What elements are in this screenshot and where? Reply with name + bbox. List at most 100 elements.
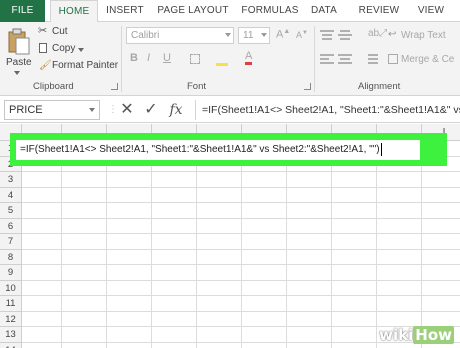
- tab-page-layout[interactable]: PAGE LAYOUT: [153, 0, 233, 22]
- middle-align-icon[interactable]: [338, 30, 352, 42]
- grid-row-line: [22, 279, 460, 281]
- grid-row-line: [22, 217, 460, 219]
- copy-icon: [39, 43, 47, 53]
- text-cursor: [380, 142, 382, 156]
- align-center-icon[interactable]: [338, 54, 352, 66]
- grid-row-line: [22, 248, 460, 250]
- cut-button[interactable]: ✂ Cut: [38, 25, 78, 39]
- top-align-icon[interactable]: [320, 30, 334, 42]
- format-painter-label: Format Painter: [52, 60, 119, 71]
- wrap-text-button[interactable]: ↩ Wrap Text: [388, 29, 460, 43]
- shrink-font-icon[interactable]: A▼: [296, 30, 308, 40]
- tab-view[interactable]: VIEW: [414, 0, 448, 22]
- active-cell-formula: =IF(Sheet1!A1<> Sheet2!A1, "Sheet1:"&She…: [20, 144, 380, 155]
- grow-font-icon[interactable]: A▲: [276, 28, 290, 41]
- chevron-down-icon: [261, 33, 267, 37]
- tab-review[interactable]: REVIEW: [354, 0, 404, 22]
- align-left-icon[interactable]: [320, 54, 334, 66]
- name-box-value: PRICE: [9, 104, 43, 116]
- grid-row-line: [22, 264, 460, 265]
- font-launcher-icon[interactable]: [304, 83, 311, 90]
- indent-icon[interactable]: [364, 54, 378, 66]
- clipboard-group-label: Clipboard: [33, 81, 74, 92]
- grid-column-line: [61, 141, 62, 348]
- merge-center-button[interactable]: Merge & Ce: [388, 53, 460, 67]
- grid-column-line: [376, 141, 377, 348]
- scissors-icon: ✂: [38, 25, 48, 37]
- cut-label: Cut: [52, 26, 68, 37]
- format-painter-button[interactable]: 🖌 Format Painter: [38, 59, 118, 73]
- copy-label: Copy: [52, 43, 76, 54]
- orientation-icon[interactable]: ab⤢: [368, 28, 387, 39]
- paste-label: Paste: [6, 57, 32, 68]
- formula-bar: PRICE ⋮ ✕ ✓ fx =IF(Sheet1!A1<> Sheet2!A1…: [0, 97, 460, 123]
- row-header[interactable]: 14: [0, 342, 22, 348]
- group-divider: [314, 26, 315, 92]
- chevron-down-icon: [89, 108, 95, 112]
- watermark-wiki: wiki: [379, 326, 414, 344]
- group-divider: [121, 26, 122, 92]
- ribbon-tab-bar: FILE HOME INSERT PAGE LAYOUT FORMULAS DA…: [0, 0, 460, 23]
- grid-column-line: [421, 141, 422, 348]
- row-header[interactable]: 8: [0, 249, 22, 265]
- bold-button[interactable]: B: [130, 52, 138, 64]
- paste-icon: [8, 28, 30, 55]
- formula-input[interactable]: =IF(Sheet1!A1<> Sheet2!A1, "Sheet1:"&She…: [195, 100, 460, 120]
- tab-formulas[interactable]: FORMULAS: [236, 0, 304, 22]
- row-header[interactable]: 11: [0, 296, 22, 312]
- tab-home[interactable]: HOME: [50, 0, 98, 23]
- row-header[interactable]: 9: [0, 265, 22, 281]
- grid-row-line: [22, 295, 460, 296]
- clipboard-launcher-icon[interactable]: [111, 83, 118, 90]
- paste-dropdown-icon: [14, 71, 20, 75]
- tab-insert[interactable]: INSERT: [102, 0, 148, 22]
- paintbrush-icon: 🖌: [39, 60, 52, 71]
- grid-column-line: [151, 141, 152, 348]
- wrap-text-icon: ↩: [388, 29, 397, 40]
- formula-bar-grip-icon: ⋮: [108, 104, 118, 115]
- row-header[interactable]: 3: [0, 172, 22, 188]
- row-header[interactable]: 4: [0, 187, 22, 203]
- name-box[interactable]: PRICE: [4, 100, 100, 120]
- italic-button[interactable]: I: [147, 52, 150, 64]
- merge-icon: [388, 54, 398, 64]
- copy-dropdown-icon: [78, 48, 84, 52]
- cancel-formula-button[interactable]: ✕: [117, 100, 137, 120]
- tab-data[interactable]: DATA: [307, 0, 341, 22]
- grid-row-line: [22, 202, 460, 203]
- borders-icon[interactable]: [190, 54, 200, 64]
- grid-column-line: [331, 141, 332, 348]
- alignment-group-label: Alignment: [358, 81, 401, 92]
- enter-formula-button[interactable]: ✓: [141, 100, 161, 120]
- underline-button[interactable]: U: [163, 52, 171, 64]
- watermark-how: How: [413, 326, 454, 344]
- grid-column-line: [241, 141, 242, 348]
- row-header[interactable]: 10: [0, 280, 22, 296]
- copy-button[interactable]: Copy: [38, 42, 84, 56]
- wikihow-watermark: wiki How: [379, 326, 454, 344]
- grid-column-line: [286, 141, 287, 348]
- grid-row-line: [22, 171, 460, 172]
- font-size-value: 11: [243, 30, 254, 41]
- row-header[interactable]: 7: [0, 234, 22, 250]
- merge-center-label: Merge & Ce: [401, 54, 455, 65]
- fill-color-icon[interactable]: [216, 52, 228, 66]
- row-header[interactable]: 13: [0, 327, 22, 343]
- grid-row-line: [22, 310, 460, 312]
- tab-file[interactable]: FILE: [0, 0, 45, 22]
- wrap-text-label: Wrap Text: [401, 30, 446, 41]
- grid-row-line: [22, 233, 460, 234]
- paste-button[interactable]: Paste: [4, 26, 34, 78]
- font-size-select[interactable]: 11: [238, 27, 270, 44]
- font-color-icon[interactable]: A: [245, 50, 253, 65]
- row-header[interactable]: 6: [0, 218, 22, 234]
- active-cell-editor[interactable]: =IF(Sheet1!A1<> Sheet2!A1, "Sheet1:"&She…: [16, 140, 420, 160]
- font-group-label: Font: [187, 81, 207, 92]
- insert-function-button[interactable]: fx: [165, 100, 187, 120]
- grid-row-line: [22, 186, 460, 188]
- chevron-down-icon: [225, 33, 231, 37]
- grid-column-line: [106, 141, 107, 348]
- row-header[interactable]: 12: [0, 311, 22, 327]
- font-name-select[interactable]: Calibri: [126, 27, 234, 44]
- row-header[interactable]: 5: [0, 203, 22, 219]
